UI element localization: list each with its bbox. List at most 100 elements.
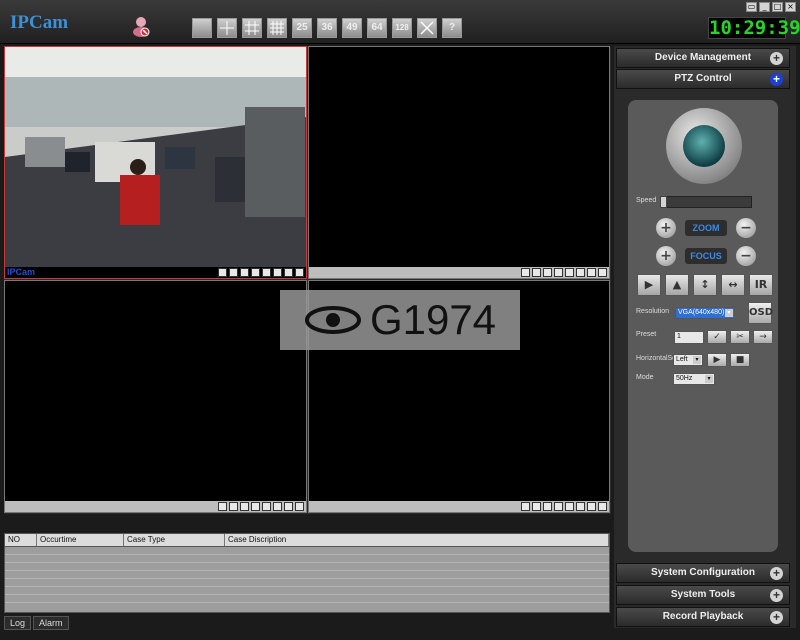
column-occurtime[interactable]: Occurtime (37, 534, 124, 546)
horizontal-scan-select[interactable]: Left ▾ (673, 354, 703, 366)
scan-start-icon[interactable]: ▶ (707, 353, 727, 367)
preset-input[interactable]: 1 (674, 331, 704, 344)
expand-icon[interactable]: + (770, 589, 783, 602)
speed-slider-thumb[interactable] (660, 196, 667, 208)
column-no[interactable]: NO (5, 534, 37, 546)
layout-128-button[interactable]: 128 (392, 18, 412, 38)
video-cell-2[interactable] (308, 46, 610, 279)
layout-36-button[interactable]: 36 (317, 18, 337, 38)
snapshot-icon[interactable] (218, 502, 227, 511)
record-icon[interactable] (554, 268, 563, 277)
close-video-icon[interactable] (295, 268, 304, 277)
layout-64-button[interactable]: 64 (367, 18, 387, 38)
video-cell-3[interactable] (4, 280, 307, 513)
video-cell-1[interactable]: IPCam (4, 46, 307, 279)
menu-icon[interactable] (284, 502, 293, 511)
settings-icon[interactable] (576, 268, 585, 277)
restore-icon[interactable]: ▭ (746, 2, 757, 12)
alarm-icon[interactable] (565, 502, 574, 511)
focus-in-button[interactable]: + (656, 246, 676, 266)
settings-icon[interactable] (273, 268, 282, 277)
log-table-header: NO Occurtime Case Type Case Discription (5, 534, 609, 547)
flip-vertical-icon[interactable]: ▲ (665, 274, 689, 296)
focus-out-button[interactable]: − (736, 246, 756, 266)
cell-toolbar (218, 267, 306, 278)
osd-button[interactable]: OSD (748, 302, 773, 324)
expand-icon[interactable]: + (770, 611, 783, 624)
layout-16-button[interactable] (267, 18, 287, 38)
alarm-icon[interactable] (262, 268, 271, 277)
layout-25-button[interactable]: 25 (292, 18, 312, 38)
device-management-label: Device Management (654, 52, 752, 63)
alarm-icon[interactable] (262, 502, 271, 511)
zoom-in-button[interactable]: + (656, 218, 676, 238)
audio-icon[interactable] (229, 268, 238, 277)
tab-alarm[interactable]: Alarm (33, 616, 69, 630)
clock-display: 10:29:39 (708, 17, 800, 39)
close-video-icon[interactable] (598, 502, 607, 511)
mode-select[interactable]: 50Hz ▾ (673, 373, 715, 385)
settings-icon[interactable] (273, 502, 282, 511)
talk-icon[interactable] (543, 268, 552, 277)
layout-49-button[interactable]: 49 (342, 18, 362, 38)
talk-icon[interactable] (543, 502, 552, 511)
expand-icon[interactable]: + (770, 73, 783, 86)
layout-4-button[interactable] (217, 18, 237, 38)
menu-icon[interactable] (587, 502, 596, 511)
talk-icon[interactable] (240, 502, 249, 511)
preset-clear-icon[interactable]: ✂ (730, 330, 750, 344)
column-case-description[interactable]: Case Discription (225, 534, 609, 546)
alarm-icon[interactable] (565, 268, 574, 277)
record-icon[interactable] (251, 268, 260, 277)
user-icon[interactable] (132, 16, 150, 38)
help-button[interactable]: ? (442, 18, 462, 38)
audio-icon[interactable] (532, 502, 541, 511)
record-icon[interactable] (251, 502, 260, 511)
eye-icon (304, 306, 361, 334)
camera-feed-image (5, 47, 306, 267)
record-icon[interactable] (554, 502, 563, 511)
ptz-control-label: PTZ Control (674, 73, 732, 84)
maximize-icon[interactable]: □ (772, 2, 783, 12)
close-icon[interactable]: × (785, 2, 796, 12)
close-video-icon[interactable] (295, 502, 304, 511)
layout-1-button[interactable] (192, 18, 212, 38)
horizontal-scan-icon[interactable]: ↔ (721, 274, 745, 296)
camera-name-label: IPCam (7, 267, 36, 277)
fullscreen-button[interactable] (417, 18, 437, 38)
column-case-type[interactable]: Case Type (124, 534, 225, 546)
resolution-select[interactable]: VGA(640x480) ▾ (675, 307, 735, 319)
snapshot-icon[interactable] (521, 502, 530, 511)
system-configuration-header[interactable]: System Configuration + (616, 563, 790, 583)
expand-icon[interactable]: + (770, 52, 783, 65)
snapshot-icon[interactable] (521, 268, 530, 277)
preset-goto-icon[interactable]: → (753, 330, 773, 344)
device-management-header[interactable]: Device Management + (616, 48, 790, 68)
audio-icon[interactable] (229, 502, 238, 511)
menu-icon[interactable] (284, 268, 293, 277)
play-icon[interactable]: ▶ (637, 274, 661, 296)
expand-icon[interactable]: + (770, 567, 783, 580)
preset-set-icon[interactable]: ✓ (707, 330, 727, 344)
system-tools-header[interactable]: System Tools + (616, 585, 790, 605)
ptz-control-header[interactable]: PTZ Control + (616, 69, 790, 89)
audio-icon[interactable] (532, 268, 541, 277)
record-playback-header[interactable]: Record Playback + (616, 607, 790, 627)
ir-button[interactable]: IR (749, 274, 773, 296)
zoom-out-button[interactable]: − (736, 218, 756, 238)
resolution-value: VGA(640x480) (678, 309, 725, 316)
speed-slider[interactable] (660, 196, 752, 208)
close-video-icon[interactable] (598, 268, 607, 277)
minimize-icon[interactable]: _ (759, 2, 770, 12)
joystick-center-icon[interactable] (683, 125, 725, 167)
tab-log[interactable]: Log (4, 616, 32, 630)
talk-icon[interactable] (240, 268, 249, 277)
settings-icon[interactable] (576, 502, 585, 511)
layout-9-button[interactable] (242, 18, 262, 38)
mode-label: Mode (636, 374, 654, 381)
menu-icon[interactable] (587, 268, 596, 277)
vertical-scan-icon[interactable]: ↕ (693, 274, 717, 296)
scan-stop-icon[interactable]: ■ (730, 353, 750, 367)
resolution-label: Resolution (636, 308, 670, 315)
snapshot-icon[interactable] (218, 268, 227, 277)
